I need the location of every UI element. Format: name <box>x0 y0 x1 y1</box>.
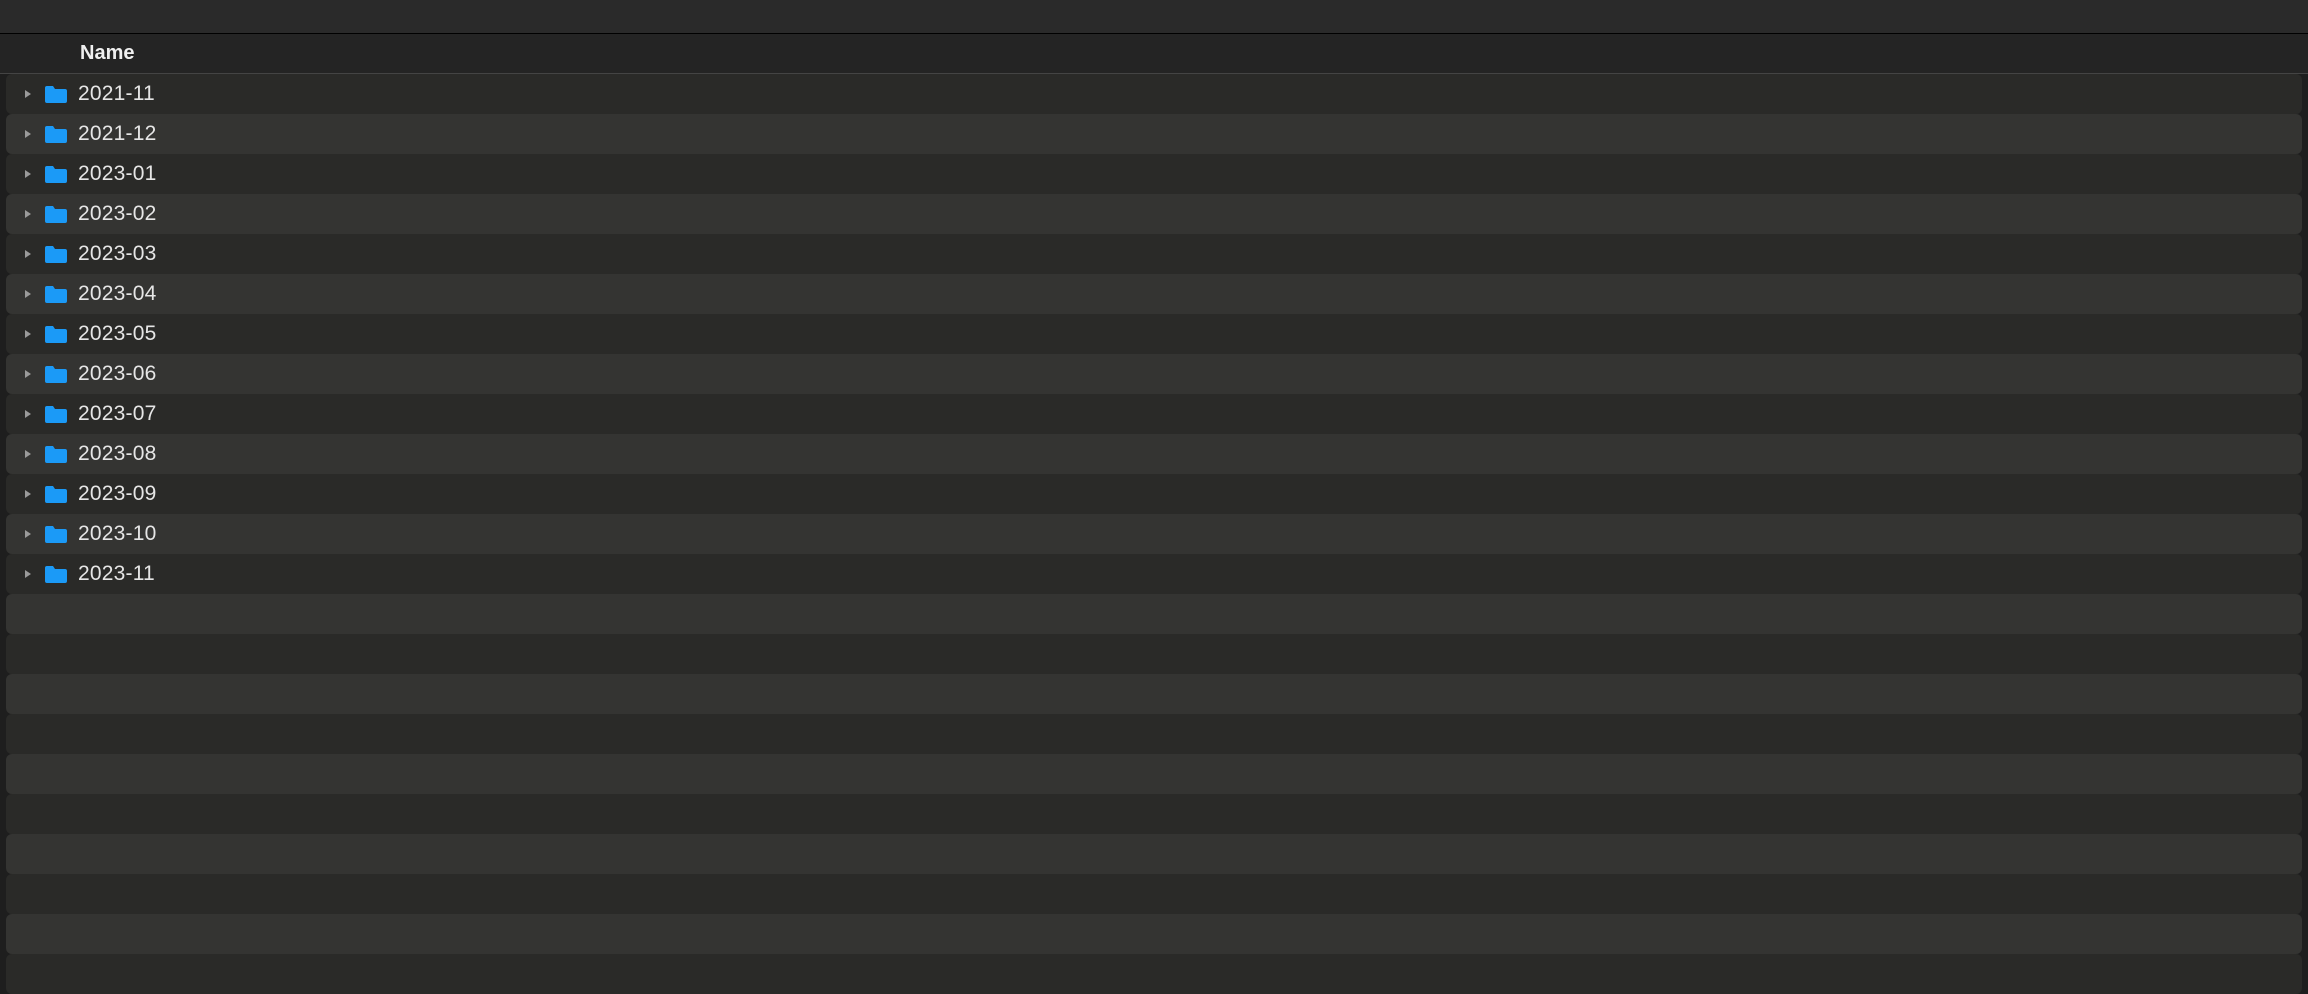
chevron-right-icon[interactable] <box>22 128 34 140</box>
list-item[interactable]: 2023-07 <box>6 394 2302 434</box>
item-label: 2023-02 <box>78 202 156 226</box>
folder-icon <box>44 244 68 264</box>
item-label: 2021-11 <box>78 82 155 106</box>
item-label: 2023-05 <box>78 322 156 346</box>
chevron-right-icon[interactable] <box>22 168 34 180</box>
list-item[interactable]: 2023-04 <box>6 274 2302 314</box>
folder-icon <box>44 284 68 304</box>
list-item[interactable]: 2023-03 <box>6 234 2302 274</box>
empty-row <box>6 874 2302 914</box>
empty-row <box>6 634 2302 674</box>
column-header-name[interactable]: Name <box>80 42 134 65</box>
chevron-right-icon[interactable] <box>22 288 34 300</box>
item-label: 2023-04 <box>78 282 156 306</box>
chevron-right-icon[interactable] <box>22 448 34 460</box>
list-item[interactable]: 2023-05 <box>6 314 2302 354</box>
empty-row <box>6 754 2302 794</box>
folder-icon <box>44 524 68 544</box>
list-item[interactable]: 2021-11 <box>6 74 2302 114</box>
item-label: 2023-09 <box>78 482 156 506</box>
folder-icon <box>44 564 68 584</box>
list-item[interactable]: 2021-12 <box>6 114 2302 154</box>
empty-row <box>6 594 2302 634</box>
item-label: 2023-06 <box>78 362 156 386</box>
folder-icon <box>44 364 68 384</box>
folder-icon <box>44 444 68 464</box>
list-item[interactable]: 2023-10 <box>6 514 2302 554</box>
item-label: 2023-11 <box>78 562 155 586</box>
list-item[interactable]: 2023-11 <box>6 554 2302 594</box>
item-label: 2023-07 <box>78 402 156 426</box>
folder-icon <box>44 324 68 344</box>
list-item[interactable]: 2023-06 <box>6 354 2302 394</box>
empty-row <box>6 714 2302 754</box>
chevron-right-icon[interactable] <box>22 488 34 500</box>
empty-row <box>6 794 2302 834</box>
chevron-right-icon[interactable] <box>22 568 34 580</box>
chevron-right-icon[interactable] <box>22 408 34 420</box>
column-header-row: Name <box>0 34 2308 74</box>
window-toolbar <box>0 0 2308 34</box>
chevron-right-icon[interactable] <box>22 208 34 220</box>
empty-row <box>6 954 2302 994</box>
chevron-right-icon[interactable] <box>22 248 34 260</box>
folder-icon <box>44 484 68 504</box>
chevron-right-icon[interactable] <box>22 328 34 340</box>
empty-row <box>6 674 2302 714</box>
folder-icon <box>44 124 68 144</box>
folder-icon <box>44 404 68 424</box>
item-label: 2023-08 <box>78 442 156 466</box>
chevron-right-icon[interactable] <box>22 368 34 380</box>
item-label: 2023-03 <box>78 242 156 266</box>
item-label: 2023-01 <box>78 162 156 186</box>
item-label: 2023-10 <box>78 522 156 546</box>
file-list: 2021-11 2021-12 2023-01 2023-02 <box>0 74 2308 994</box>
empty-row <box>6 914 2302 954</box>
item-label: 2021-12 <box>78 122 156 146</box>
chevron-right-icon[interactable] <box>22 88 34 100</box>
folder-icon <box>44 204 68 224</box>
list-item[interactable]: 2023-01 <box>6 154 2302 194</box>
list-item[interactable]: 2023-09 <box>6 474 2302 514</box>
list-item[interactable]: 2023-08 <box>6 434 2302 474</box>
folder-icon <box>44 84 68 104</box>
chevron-right-icon[interactable] <box>22 528 34 540</box>
folder-icon <box>44 164 68 184</box>
list-item[interactable]: 2023-02 <box>6 194 2302 234</box>
empty-row <box>6 834 2302 874</box>
